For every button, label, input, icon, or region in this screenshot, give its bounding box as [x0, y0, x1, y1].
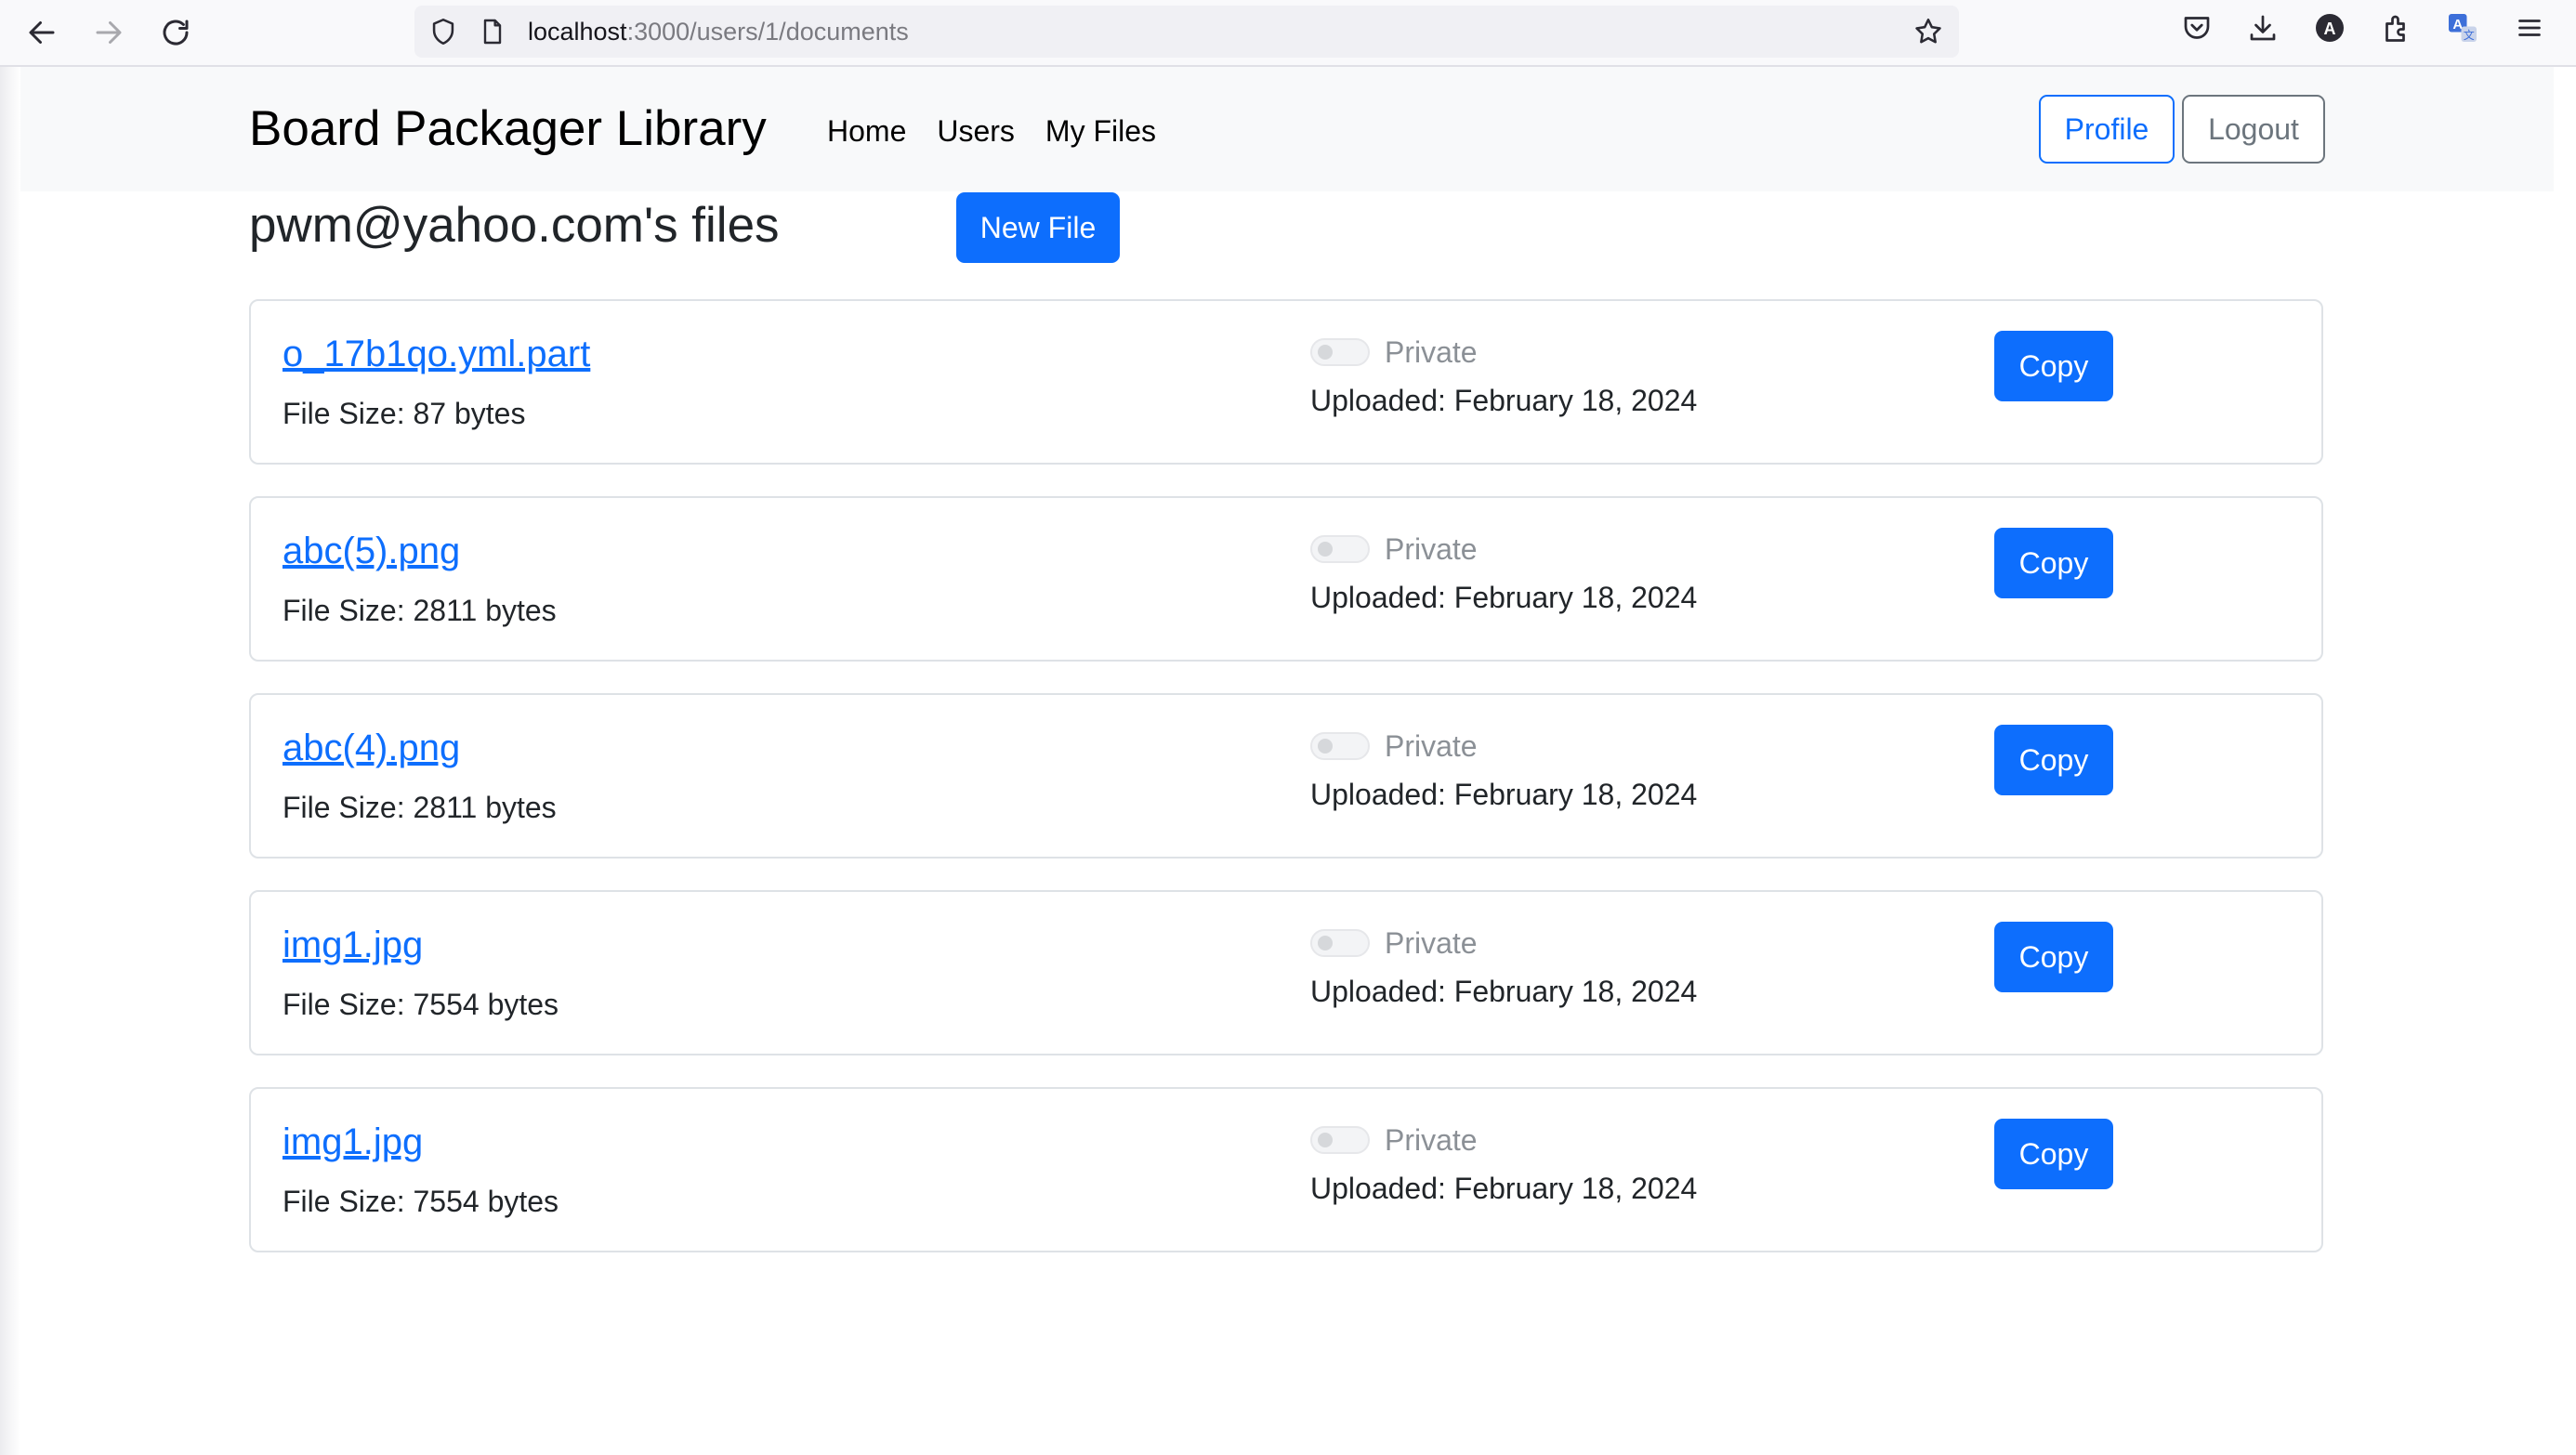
private-toggle[interactable]	[1310, 535, 1370, 563]
private-label: Private	[1385, 532, 1478, 566]
copy-button[interactable]: Copy	[1994, 922, 2113, 992]
address-bar[interactable]: localhost:3000/users/1/documents	[414, 6, 1959, 58]
private-toggle[interactable]	[1310, 338, 1370, 366]
reload-icon[interactable]	[152, 9, 199, 56]
uploaded-date: Uploaded: February 18, 2024	[1310, 581, 1698, 614]
url-path: :3000/users/1/documents	[626, 18, 909, 46]
new-file-button[interactable]: New File	[956, 192, 1120, 263]
account-icon[interactable]: A	[2313, 11, 2346, 45]
uploaded-date: Uploaded: February 18, 2024	[1310, 778, 1698, 811]
file-size: File Size: 7554 bytes	[283, 1185, 559, 1218]
svg-text:文: 文	[2464, 28, 2475, 42]
file-card: img1.jpg File Size: 7554 bytes Private U…	[249, 890, 2323, 1055]
translate-icon[interactable]: A文	[2446, 11, 2479, 45]
url-host: localhost	[528, 18, 627, 46]
nav-links: Home Users My Files	[827, 110, 1187, 152]
app-navbar: Board Packager Library Home Users My Fil…	[20, 67, 2554, 191]
brand-title[interactable]: Board Packager Library	[249, 91, 767, 167]
logout-button[interactable]: Logout	[2182, 95, 2325, 164]
pocket-icon[interactable]	[2180, 11, 2214, 45]
page-icon[interactable]	[478, 16, 507, 47]
uploaded-date: Uploaded: February 18, 2024	[1310, 975, 1698, 1008]
file-name-link[interactable]: o_17b1qo.yml.part	[283, 327, 590, 381]
forward-arrow-icon[interactable]	[85, 9, 132, 56]
file-size: File Size: 2811 bytes	[283, 791, 557, 824]
menu-icon[interactable]	[2513, 11, 2546, 45]
file-card: abc(4).png File Size: 2811 bytes Private…	[249, 693, 2323, 859]
nav-link-users[interactable]: Users	[937, 110, 1015, 152]
nav-link-my-files[interactable]: My Files	[1045, 110, 1156, 152]
file-size: File Size: 2811 bytes	[283, 594, 557, 627]
extensions-icon[interactable]	[2380, 11, 2413, 45]
private-label: Private	[1385, 335, 1478, 369]
bookmark-star-icon[interactable]	[1912, 16, 1944, 47]
private-label: Private	[1385, 926, 1478, 960]
private-label: Private	[1385, 1123, 1478, 1157]
file-card: img1.jpg File Size: 7554 bytes Private U…	[249, 1087, 2323, 1252]
private-toggle[interactable]	[1310, 1126, 1370, 1154]
private-label: Private	[1385, 729, 1478, 763]
svg-text:A: A	[2324, 20, 2336, 38]
copy-button[interactable]: Copy	[1994, 331, 2113, 401]
file-card: abc(5).png File Size: 2811 bytes Private…	[249, 496, 2323, 662]
file-name-link[interactable]: img1.jpg	[283, 1115, 423, 1169]
file-name-link[interactable]: abc(4).png	[283, 721, 460, 775]
private-toggle[interactable]	[1310, 732, 1370, 760]
file-name-link[interactable]: abc(5).png	[283, 524, 460, 578]
private-toggle[interactable]	[1310, 929, 1370, 957]
copy-button[interactable]: Copy	[1994, 1119, 2113, 1189]
uploaded-date: Uploaded: February 18, 2024	[1310, 384, 1698, 417]
page-edge-shadow	[0, 67, 20, 1455]
download-icon[interactable]	[2246, 11, 2280, 45]
back-arrow-icon[interactable]	[19, 9, 65, 56]
file-name-link[interactable]: img1.jpg	[283, 918, 423, 972]
copy-button[interactable]: Copy	[1994, 725, 2113, 795]
copy-button[interactable]: Copy	[1994, 528, 2113, 598]
browser-toolbar: localhost:3000/users/1/documents A A文	[0, 0, 2576, 67]
url-text[interactable]: localhost:3000/users/1/documents	[528, 6, 909, 58]
profile-button[interactable]: Profile	[2039, 95, 2175, 164]
shield-icon[interactable]	[427, 16, 459, 47]
file-size: File Size: 87 bytes	[283, 397, 526, 430]
file-size: File Size: 7554 bytes	[283, 988, 559, 1021]
file-card: o_17b1qo.yml.part File Size: 87 bytes Pr…	[249, 299, 2323, 465]
page-title: pwm@yahoo.com's files	[249, 198, 780, 253]
nav-link-home[interactable]: Home	[827, 110, 906, 152]
uploaded-date: Uploaded: February 18, 2024	[1310, 1172, 1698, 1205]
